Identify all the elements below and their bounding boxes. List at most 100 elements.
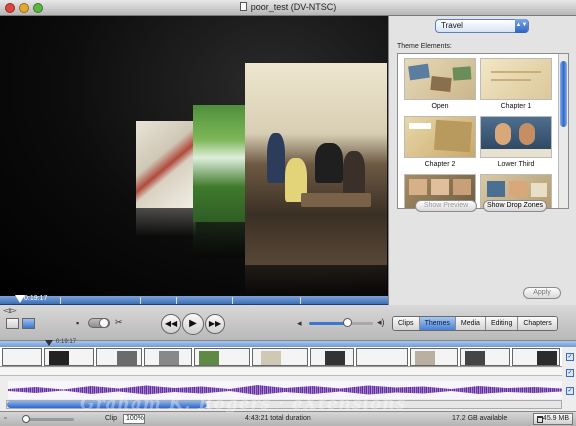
timeline-scrollbar[interactable]: [6, 400, 562, 409]
theme-element-lower-third[interactable]: Lower Third: [480, 116, 552, 168]
tab-chapters[interactable]: Chapters: [518, 317, 557, 330]
tab-editing[interactable]: Editing: [485, 317, 519, 330]
scrubber-tick: [60, 297, 61, 304]
window-title-text: poor_test (DV-NTSC): [250, 2, 337, 12]
volume-slider[interactable]: [309, 322, 373, 325]
timeline-clip[interactable]: [96, 348, 142, 366]
video-track[interactable]: [0, 347, 562, 367]
timeline-clip[interactable]: [2, 348, 42, 366]
audio-track-1[interactable]: [0, 368, 562, 376]
photo-card-3: [245, 63, 387, 265]
document-icon: [239, 2, 247, 11]
timeline-clip[interactable]: [410, 348, 458, 366]
timeline-clip[interactable]: [356, 348, 408, 366]
status-bar: ▫ Clip 100% 4:43:21 total duration 17.2 …: [0, 411, 576, 426]
scrubber-tick: [140, 297, 141, 304]
photo-card-2: [193, 105, 247, 222]
disk-available: 17.2 GB available: [452, 415, 508, 422]
theme-preview-viewer[interactable]: [0, 16, 388, 296]
popup-arrows-icon: ▲▼: [515, 19, 528, 33]
fast-forward-icon: ▶▶: [208, 319, 222, 328]
timeline-clip[interactable]: [460, 348, 510, 366]
scissors-icon[interactable]: ✂: [115, 317, 123, 328]
timeline-zoom-knob[interactable]: [22, 415, 30, 423]
timeline-label-icon: ◅▻: [3, 305, 17, 315]
play-icon: ▶: [189, 318, 197, 329]
clip-viewer-button[interactable]: [6, 318, 19, 329]
photo-reflection: [136, 208, 196, 238]
photo-reflection: [245, 265, 387, 296]
theme-element-chapter-2[interactable]: Chapter 2: [404, 116, 476, 168]
viewer-scrubber[interactable]: 0:19:17: [0, 295, 388, 305]
timeline-clip[interactable]: [512, 348, 560, 366]
fast-forward-button[interactable]: ▶▶: [205, 314, 225, 334]
theme-thumbnail: [480, 58, 552, 100]
scrollbar-thumb[interactable]: [7, 401, 207, 408]
theme-popup-value: Travel: [441, 21, 463, 30]
timeline-clip[interactable]: [252, 348, 308, 366]
trash-icon: [537, 416, 543, 423]
imovie-window: poor_test (DV-NTSC) 0:19:17 Travel ▲▼ Th: [0, 0, 576, 426]
theme-element-label: Chapter 2: [424, 161, 456, 168]
theme-elements-label: Theme Elements:: [397, 43, 452, 50]
theme-element-open[interactable]: Open: [404, 58, 476, 110]
audio-track-1-checkbox[interactable]: ✓: [566, 369, 574, 377]
timeline-playhead[interactable]: [45, 340, 53, 346]
total-duration: 4:43:21 total duration: [245, 415, 311, 422]
theme-thumbnail: [404, 116, 476, 158]
audio-waveform: [8, 385, 562, 395]
volume-high-icon: ◂): [377, 317, 385, 327]
toggle-knob: [99, 318, 109, 328]
photo-card-1: [136, 121, 196, 208]
pane-tabs: Clips Themes Media Editing Chapters: [392, 316, 558, 331]
theme-element-label: Chapter 1: [500, 103, 532, 110]
timeline-clip[interactable]: [310, 348, 354, 366]
theme-thumbnail: [404, 58, 476, 100]
tab-media[interactable]: Media: [455, 317, 486, 330]
rewind-icon: ◀◀: [164, 319, 178, 328]
apply-button[interactable]: Apply: [523, 287, 561, 299]
track-checkboxes: ✓ ✓ ✓: [564, 347, 576, 411]
theme-element-label: Open: [431, 103, 449, 110]
clip-size-label: Clip: [105, 415, 118, 422]
editing-toolbar: ◅▻ ▪ ✂ ◀◀ ▶ ▶▶ ◂ ◂) Clips Themes Media E…: [0, 305, 576, 341]
theme-thumbnail: [480, 116, 552, 158]
tab-themes[interactable]: Themes: [419, 317, 456, 330]
theme-list-scrollbar[interactable]: [558, 54, 568, 208]
trash-size: 45.9 MB: [542, 415, 569, 422]
trash-button[interactable]: 45.9 MB: [533, 413, 573, 425]
themes-panel: Travel ▲▼ Theme Elements: Open Chapter 1: [388, 16, 576, 312]
window-title: poor_test (DV-NTSC): [0, 2, 576, 12]
rewind-button[interactable]: ◀◀: [161, 314, 181, 334]
timeline-playhead-time: 0:19:17: [56, 339, 77, 345]
clip-size-field[interactable]: 100%: [123, 414, 145, 424]
tab-clips[interactable]: Clips: [393, 317, 420, 330]
volume-low-icon: ◂: [297, 318, 302, 328]
camera-icon: ▪: [76, 318, 80, 328]
timeline-clip[interactable]: [144, 348, 192, 366]
theme-popup[interactable]: Travel ▲▼: [435, 19, 529, 33]
photo-person: [315, 143, 343, 183]
audio-track-2-checkbox[interactable]: ✓: [566, 387, 574, 395]
viewer-timecode: 0:19:17: [24, 295, 48, 302]
video-track-checkbox[interactable]: ✓: [566, 353, 574, 361]
scrubber-tick: [232, 297, 233, 304]
audio-track-2[interactable]: [8, 381, 562, 399]
timeline-clip[interactable]: [194, 348, 250, 366]
photo-person: [267, 133, 285, 183]
show-drop-zones-button[interactable]: Show Drop Zones: [483, 200, 547, 212]
camera-mode-toggle[interactable]: [88, 318, 110, 328]
show-preview-button[interactable]: Show Preview: [415, 200, 477, 212]
play-button[interactable]: ▶: [182, 313, 204, 335]
timeline[interactable]: 0:19:17 ✓ ✓ ✓: [0, 339, 576, 411]
title-bar: poor_test (DV-NTSC): [0, 0, 576, 16]
scrollbar-thumb[interactable]: [560, 61, 567, 127]
volume-slider-knob[interactable]: [343, 318, 352, 327]
theme-element-chapter-1[interactable]: Chapter 1: [480, 58, 552, 110]
timeline-clip[interactable]: [44, 348, 94, 366]
timeline-viewer-button[interactable]: [22, 318, 35, 329]
timeline-zoom-slider[interactable]: [24, 418, 74, 421]
zoom-small-icon: ▫: [4, 415, 7, 422]
scrubber-tick: [176, 297, 177, 304]
scrubber-tick: [300, 297, 301, 304]
